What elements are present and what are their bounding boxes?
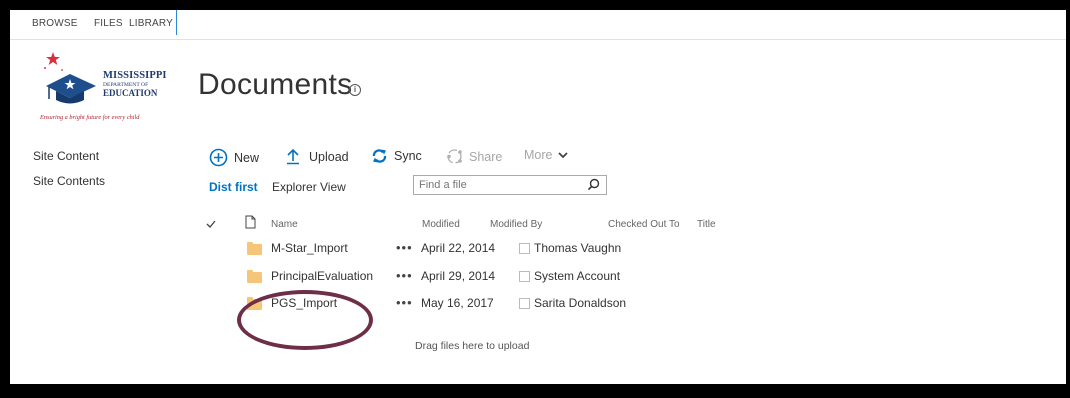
sync-button[interactable]: Sync: [371, 148, 422, 164]
presence-indicator: [519, 271, 530, 282]
column-checked-out-to[interactable]: Checked Out To: [608, 219, 680, 230]
ribbon-active-divider: [176, 10, 177, 35]
column-name[interactable]: Name: [271, 219, 298, 230]
new-label: New: [234, 150, 260, 165]
tab-browse[interactable]: BROWSE: [32, 18, 78, 29]
ribbon-tabs: BROWSE FILES LIBRARY: [10, 10, 1066, 40]
search-icon[interactable]: [587, 178, 600, 191]
chevron-down-icon: [558, 151, 569, 158]
logo-line-3: EDUCATION: [103, 88, 158, 99]
item-modified-by[interactable]: Sarita Donaldson: [534, 296, 626, 310]
share-label: Share: [469, 149, 503, 164]
upload-arrow-icon: [287, 148, 299, 165]
column-title[interactable]: Title: [697, 219, 716, 230]
presence-indicator: [519, 298, 530, 309]
upload-label: Upload: [309, 149, 349, 164]
column-modified-by[interactable]: Modified By: [490, 219, 542, 230]
tab-files[interactable]: FILES: [94, 18, 123, 29]
nav-item-site-content[interactable]: Site Content: [33, 149, 99, 163]
logo-tagline: Ensuring a bright future for every child: [40, 114, 140, 121]
logo-line-1: MISSISSIPPI: [103, 70, 167, 81]
select-all-checkmark-icon[interactable]: [206, 219, 216, 229]
more-button[interactable]: More: [524, 148, 569, 162]
item-name-link[interactable]: M-Star_Import: [271, 241, 348, 255]
column-modified[interactable]: Modified: [422, 219, 460, 230]
share-icon: [447, 149, 462, 164]
item-modified: May 16, 2017: [421, 296, 494, 310]
drag-drop-hint: Drag files here to upload: [415, 340, 530, 352]
new-button[interactable]: New: [209, 148, 259, 167]
folder-icon: [247, 297, 262, 310]
item-menu-ellipsis[interactable]: •••: [396, 295, 413, 310]
folder-icon: [247, 242, 262, 255]
page-title: Documents: [198, 68, 353, 101]
item-modified: April 22, 2014: [421, 241, 496, 255]
item-menu-ellipsis[interactable]: •••: [396, 268, 413, 283]
search-box[interactable]: [413, 175, 607, 195]
site-logo[interactable]: MISSISSIPPI DEPARTMENT OF EDUCATION Ensu…: [40, 52, 172, 124]
info-icon[interactable]: i: [349, 84, 361, 96]
more-label: More: [524, 148, 553, 162]
item-name-link[interactable]: PGS_Import: [271, 296, 337, 310]
document-type-icon: [245, 215, 256, 229]
item-menu-ellipsis[interactable]: •••: [396, 240, 413, 255]
folder-icon: [247, 270, 262, 283]
item-modified-by[interactable]: Thomas Vaughn: [534, 241, 621, 255]
plus-circle-icon: [209, 148, 228, 167]
view-dist-first[interactable]: Dist first: [209, 180, 258, 194]
upload-button[interactable]: Upload: [286, 148, 349, 165]
tab-library[interactable]: LIBRARY: [129, 18, 173, 29]
graduation-cap-icon: [44, 52, 96, 104]
view-explorer[interactable]: Explorer View: [272, 180, 346, 194]
search-input[interactable]: [419, 179, 579, 191]
sync-icon: [372, 149, 387, 163]
sharepoint-page: BROWSE FILES LIBRARY MISSISSIPPI DEPARTM…: [10, 10, 1066, 384]
item-modified-by[interactable]: System Account: [534, 269, 620, 283]
item-name-link[interactable]: PrincipalEvaluation: [271, 269, 373, 283]
logo-wordmark: MISSISSIPPI DEPARTMENT OF EDUCATION: [103, 70, 167, 99]
list-item[interactable]: M-Star_Import ••• April 22, 2014 Thomas …: [10, 239, 770, 263]
list-item[interactable]: PrincipalEvaluation ••• April 29, 2014 S…: [10, 267, 770, 291]
list-item[interactable]: PGS_Import ••• May 16, 2017 Sarita Donal…: [10, 294, 770, 318]
nav-item-site-contents[interactable]: Site Contents: [33, 174, 105, 188]
sync-label: Sync: [394, 149, 422, 163]
presence-indicator: [519, 243, 530, 254]
item-modified: April 29, 2014: [421, 269, 496, 283]
share-button[interactable]: Share: [446, 148, 502, 165]
